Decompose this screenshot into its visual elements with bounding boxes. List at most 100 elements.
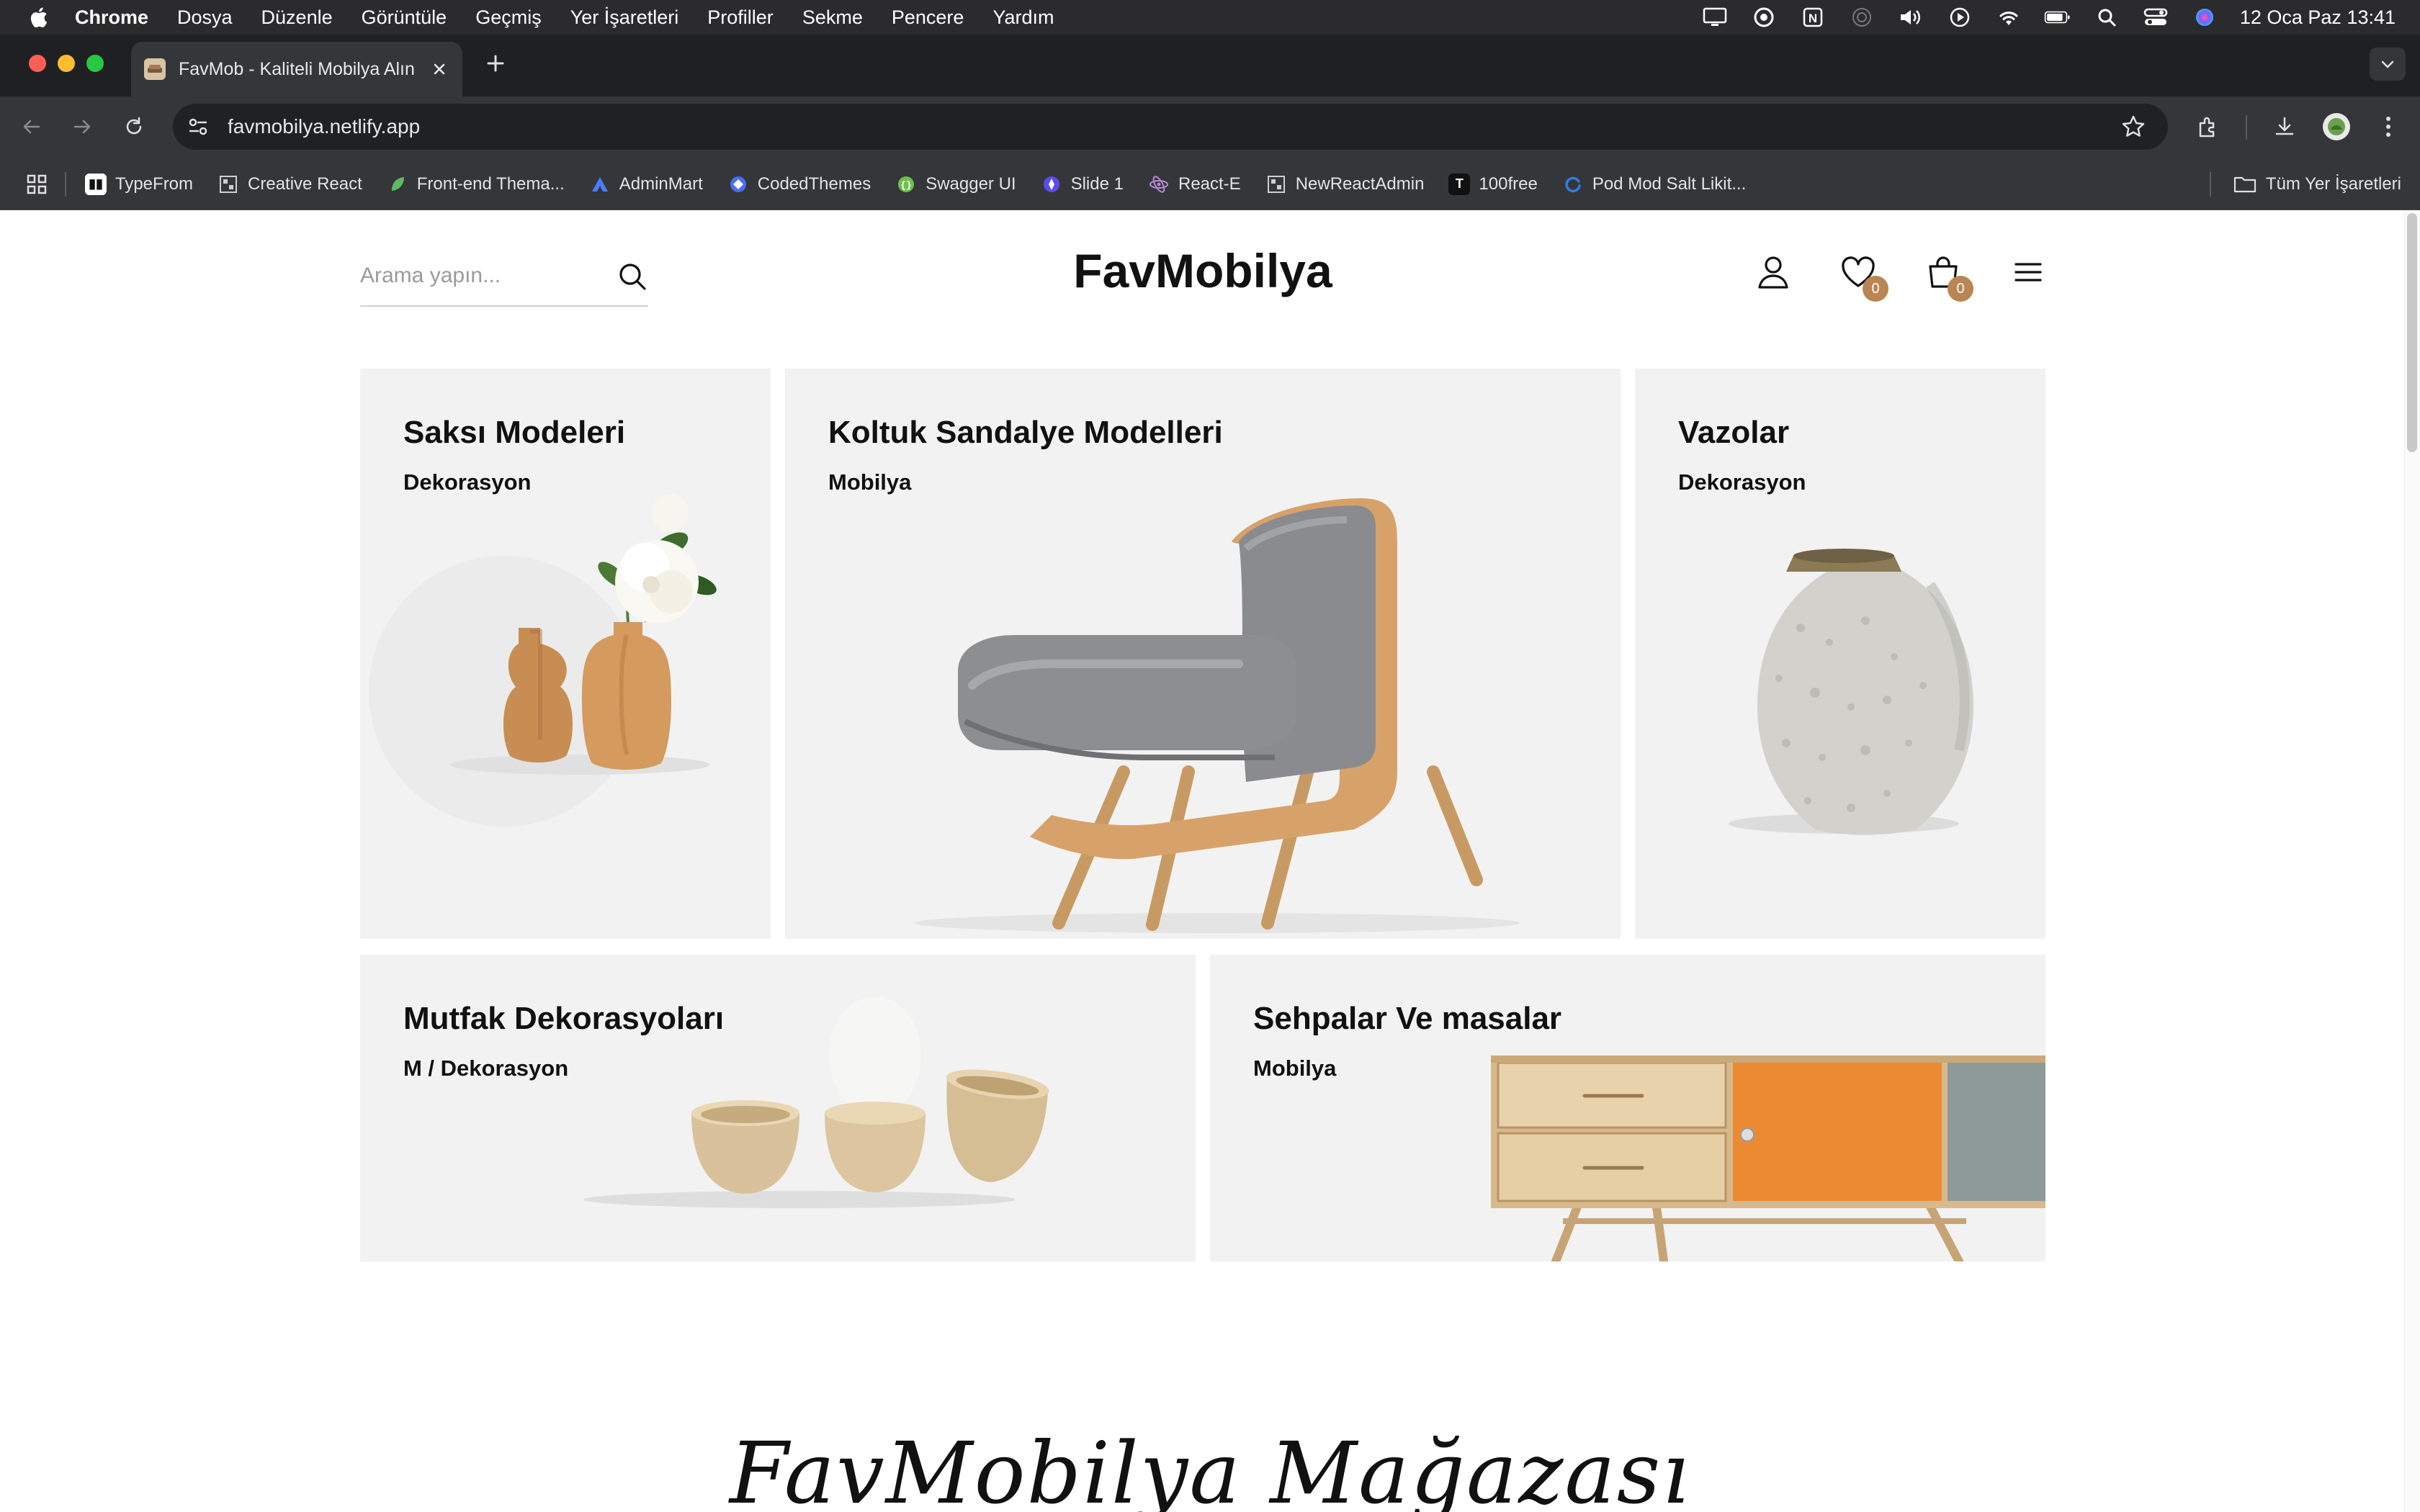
now-playing-icon[interactable] <box>1946 6 1973 28</box>
typeform-icon: ▮▮ <box>85 173 107 195</box>
bookmark-codedthemes[interactable]: CodedThemes <box>727 174 871 195</box>
web-page: FavMobilya 0 0 Saksı Modeleri Dekorasyon <box>0 210 2420 1512</box>
tab-search-button[interactable] <box>2370 48 2406 81</box>
search-input[interactable] <box>360 264 591 288</box>
slide-icon <box>1041 174 1062 195</box>
menu-view[interactable]: Görüntüle <box>362 6 447 29</box>
react-icon <box>1148 174 1170 195</box>
menu-file[interactable]: Dosya <box>177 6 233 29</box>
card-title: Mutfak Dekorasyoları <box>403 1001 725 1036</box>
bookmark-100free[interactable]: T 100free <box>1448 173 1538 195</box>
card-title: Sehpalar Ve masalar <box>1253 1001 1562 1036</box>
volume-icon[interactable] <box>1897 6 1924 28</box>
new-tab-icon[interactable] <box>483 50 508 76</box>
category-card-vases[interactable]: Vazolar Dekorasyon <box>1635 369 2045 939</box>
category-card-chairs[interactable]: Koltuk Sandalye Modelleri Mobilya <box>785 369 1621 939</box>
menu-window[interactable]: Pencere <box>892 6 964 29</box>
grid-icon <box>1265 174 1287 195</box>
window-close-button[interactable] <box>29 55 46 72</box>
user-icon[interactable] <box>1754 253 1792 291</box>
download-icon[interactable] <box>2269 111 2300 143</box>
window-minimize-button[interactable] <box>58 55 75 72</box>
siri-icon[interactable] <box>2191 6 2218 28</box>
menu-profiles[interactable]: Profiller <box>707 6 774 29</box>
forward-icon[interactable] <box>66 111 98 143</box>
bookmark-newreactadmin[interactable]: NewReactAdmin <box>1265 174 1425 195</box>
bookmark-frontend-thema[interactable]: Front-end Thema... <box>387 174 565 195</box>
profile-avatar-icon[interactable] <box>2321 111 2352 143</box>
bookmark-adminmart[interactable]: AdminMart <box>589 174 703 195</box>
bookmark-label: Slide 1 <box>1070 174 1124 194</box>
chrome-menu-icon[interactable] <box>2372 111 2404 143</box>
category-card-pots[interactable]: Saksı Modeleri Dekorasyon <box>360 369 771 939</box>
card-title: Vazolar <box>1678 415 1790 450</box>
bookmark-swagger-ui[interactable]: {} Swagger UI <box>895 174 1016 195</box>
bookmark-typefrom[interactable]: ▮▮ TypeFrom <box>85 173 193 195</box>
leaf-icon <box>387 174 408 195</box>
browser-tab-active[interactable]: FavMob - Kaliteli Mobilya Alın <box>131 42 462 96</box>
address-bar[interactable]: favmobilya.netlify.app <box>173 104 2168 150</box>
folder-icon <box>2233 176 2257 193</box>
menu-history[interactable]: Geçmiş <box>475 6 542 29</box>
bookmark-label: Front-end Thema... <box>416 174 565 194</box>
back-icon[interactable] <box>16 111 48 143</box>
tab-title: FavMob - Kaliteli Mobilya Alın <box>179 58 415 79</box>
bookmark-react-e[interactable]: React-E <box>1148 174 1241 195</box>
wishlist-count-badge: 0 <box>1863 276 1888 302</box>
scrollbar-thumb[interactable] <box>2407 213 2417 452</box>
url-text[interactable]: favmobilya.netlify.app <box>228 115 420 138</box>
site-favicon <box>144 58 166 80</box>
bookmark-label: React-E <box>1178 174 1241 194</box>
swagger-icon: {} <box>895 174 917 195</box>
browser-toolbar: favmobilya.netlify.app <box>0 96 2420 158</box>
all-bookmarks-button[interactable]: Tüm Yer İşaretleri <box>2209 158 2401 210</box>
card-subtitle: Dekorasyon <box>1678 469 1806 495</box>
bookmark-pod-mod[interactable]: Pod Mod Salt Likit... <box>1562 174 1746 195</box>
t-icon: T <box>1448 173 1471 195</box>
menu-help[interactable]: Yardım <box>992 6 1054 29</box>
site-logo[interactable]: FavMobilya <box>936 243 1469 298</box>
all-bookmarks-label: Tüm Yer İşaretleri <box>2265 174 2401 194</box>
window-zoom-button[interactable] <box>86 55 104 72</box>
category-card-kitchen[interactable]: Mutfak Dekorasyoları M / Dekorasyon <box>360 955 1196 1261</box>
bookmarks-bar: ▮▮ TypeFrom Creative React Front-end Them… <box>0 158 2420 210</box>
chatgpt-icon[interactable] <box>1750 6 1778 28</box>
bookmark-label: Creative React <box>248 174 362 194</box>
tab-close-icon[interactable] <box>429 59 449 79</box>
extensions-icon[interactable] <box>2192 111 2224 143</box>
bookmark-slide-1[interactable]: Slide 1 <box>1041 174 1124 195</box>
card-subtitle: Dekorasyon <box>403 469 532 495</box>
bookmark-creative-react[interactable]: Creative React <box>218 174 362 195</box>
wifi-icon[interactable] <box>1995 6 2022 28</box>
apple-menu-icon[interactable] <box>27 6 49 29</box>
site-settings-icon[interactable] <box>186 114 210 139</box>
chevron-down-icon <box>2381 60 2394 68</box>
control-center-icon[interactable] <box>2142 6 2169 28</box>
card-title: Saksı Modeleri <box>403 415 626 450</box>
bookmark-label: 100free <box>1479 174 1538 194</box>
notion-icon[interactable]: N <box>1799 6 1827 28</box>
spotlight-icon[interactable] <box>2093 6 2120 28</box>
battery-icon[interactable] <box>2044 6 2071 28</box>
reload-icon[interactable] <box>118 111 150 143</box>
bookmark-star-icon[interactable] <box>2120 114 2146 140</box>
lounge-chair-image <box>915 498 1520 933</box>
airdrop-icon[interactable] <box>1848 6 1876 28</box>
codedthemes-icon <box>727 174 749 195</box>
bookmark-label: Pod Mod Salt Likit... <box>1592 174 1747 194</box>
refresh-brand-icon <box>1562 174 1584 195</box>
menu-tab[interactable]: Sekme <box>802 6 863 29</box>
search-icon[interactable] <box>617 261 648 292</box>
menu-app-name[interactable]: Chrome <box>75 6 148 29</box>
menu-edit[interactable]: Düzenle <box>261 6 333 29</box>
menu-bookmarks[interactable]: Yer İşaretleri <box>570 6 679 29</box>
bookmark-label: NewReactAdmin <box>1295 174 1425 194</box>
card-subtitle: M / Dekorasyon <box>403 1056 569 1081</box>
menubar-clock[interactable]: 12 Oca Paz 13:41 <box>2240 6 2396 29</box>
page-scrollbar[interactable] <box>2404 210 2420 1512</box>
adminmart-icon <box>589 174 611 195</box>
hamburger-menu-icon[interactable] <box>2009 253 2047 291</box>
apps-grid-icon[interactable] <box>26 174 48 195</box>
display-icon[interactable] <box>1701 6 1729 28</box>
category-card-tables[interactable]: Sehpalar Ve masalar Mobilya <box>1210 955 2045 1261</box>
